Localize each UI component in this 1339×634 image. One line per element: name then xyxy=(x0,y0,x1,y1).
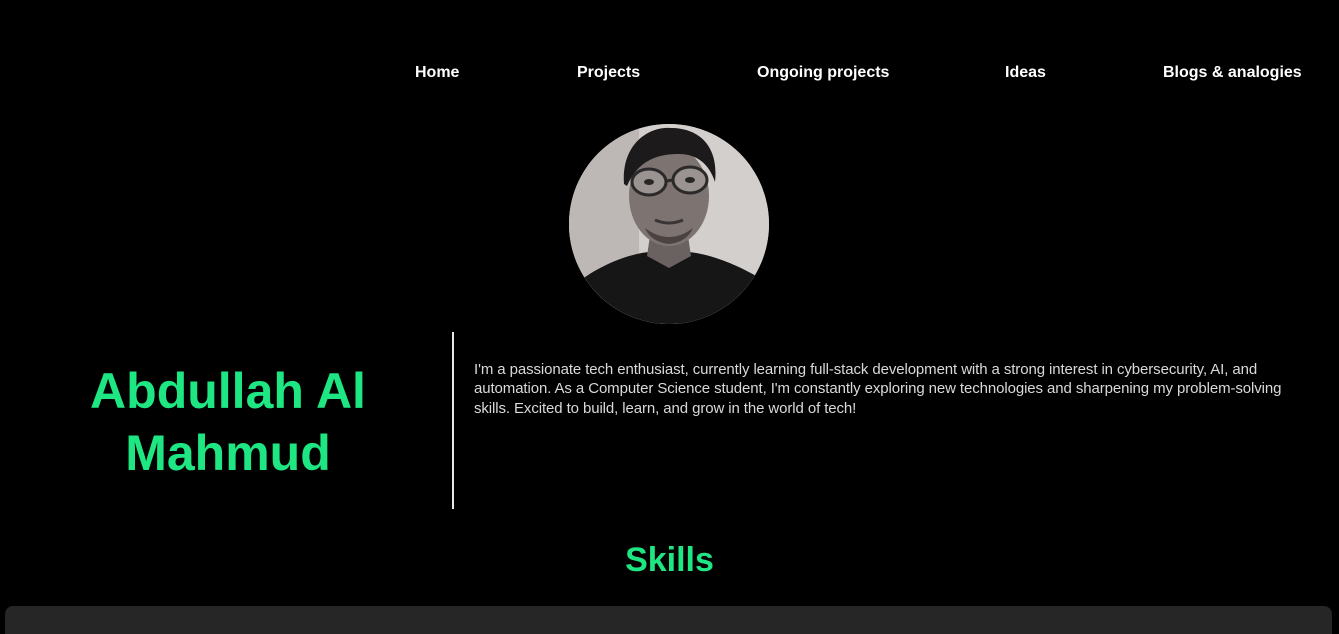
profile-name-line2: Mahmud xyxy=(125,425,331,481)
skills-panel xyxy=(5,606,1332,634)
profile-name-line1: Abdullah Al xyxy=(90,363,366,419)
nav-link-ongoing-projects[interactable]: Ongoing projects xyxy=(757,63,889,83)
profile-bio: I'm a passionate tech enthusiast, curren… xyxy=(474,361,1282,417)
nav-link-projects[interactable]: Projects xyxy=(577,63,640,83)
nav-link-home[interactable]: Home xyxy=(415,63,459,83)
nav-link-blogs-analogies[interactable]: Blogs & analogies xyxy=(1163,63,1302,83)
profile-avatar xyxy=(569,124,769,324)
profile-photo xyxy=(569,124,769,324)
vertical-divider xyxy=(452,332,454,509)
main-nav: Home Projects Ongoing projects Ideas Blo… xyxy=(0,63,1339,85)
portfolio-page: Home Projects Ongoing projects Ideas Blo… xyxy=(0,0,1339,634)
nav-link-ideas[interactable]: Ideas xyxy=(1005,63,1046,83)
skills-heading: Skills xyxy=(625,541,714,579)
profile-name: Abdullah Al Mahmud xyxy=(48,360,408,484)
